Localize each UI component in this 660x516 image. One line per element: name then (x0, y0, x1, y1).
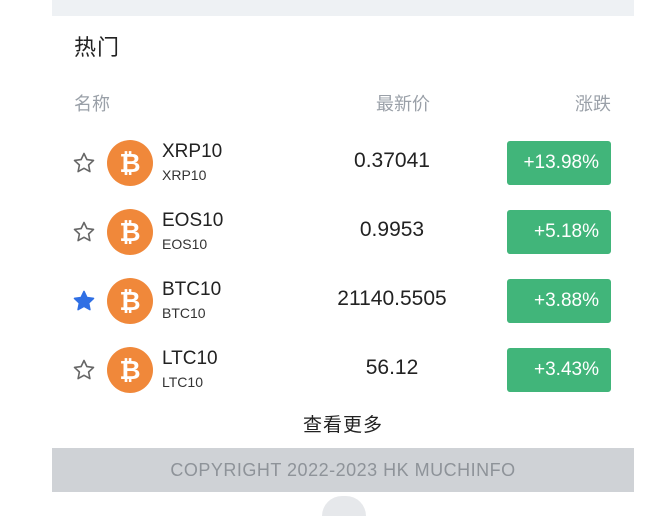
symbol-code: XRP10 (162, 167, 207, 183)
bitcoin-icon: ₿ (107, 347, 153, 393)
symbol-name: XRP10 (162, 141, 223, 162)
copyright-footer: COPYRIGHT 2022-2023 HK MUCHINFO (52, 448, 634, 492)
change-badge: +3.88% (507, 279, 611, 323)
column-header-price: 最新价 (376, 94, 430, 114)
market-row-xrp10[interactable]: ₿ XRP10 XRP10 0.37041 +13.98% (52, 133, 634, 193)
change-badge: +5.18% (507, 210, 611, 254)
favorite-star-icon[interactable] (72, 220, 96, 244)
column-header-change: 涨跌 (575, 94, 611, 114)
section-title: 热门 (74, 35, 121, 60)
symbol-name: BTC10 (162, 279, 222, 300)
bitcoin-icon: ₿ (107, 209, 153, 255)
svg-text:₿: ₿ (119, 218, 140, 248)
last-price: 21140.5505 (337, 287, 447, 310)
hot-markets-panel: 热门 名称 最新价 涨跌 ₿ XRP10 XRP10 0.37041 +13.9… (52, 0, 634, 516)
top-divider (52, 0, 634, 16)
market-row-ltc10[interactable]: ₿ LTC10 LTC10 56.12 +3.43% (52, 340, 634, 400)
favorite-star-icon[interactable] (72, 151, 96, 175)
last-price: 0.37041 (354, 149, 430, 172)
change-badge: +3.43% (507, 348, 611, 392)
bitcoin-icon: ₿ (107, 278, 153, 324)
bitcoin-icon: ₿ (107, 140, 153, 186)
favorite-star-icon[interactable] (72, 289, 96, 313)
view-more-link[interactable]: 查看更多 (52, 410, 634, 437)
column-header-name: 名称 (74, 94, 110, 114)
symbol-code: LTC10 (162, 374, 203, 390)
favorite-star-icon[interactable] (72, 358, 96, 382)
symbol-name: LTC10 (162, 348, 218, 369)
table-header: 名称 最新价 涨跌 (52, 90, 634, 118)
symbol-code: BTC10 (162, 305, 206, 321)
change-badge: +13.98% (507, 141, 611, 185)
symbol-code: EOS10 (162, 236, 208, 252)
last-price: 56.12 (365, 356, 419, 379)
svg-text:₿: ₿ (119, 149, 140, 179)
svg-text:₿: ₿ (119, 356, 140, 386)
last-price: 0.9953 (359, 218, 425, 241)
symbol-name: EOS10 (162, 210, 224, 231)
svg-text:₿: ₿ (119, 287, 140, 317)
market-row-eos10[interactable]: ₿ EOS10 EOS10 0.9953 +5.18% (52, 202, 634, 262)
market-row-btc10[interactable]: ₿ BTC10 BTC10 21140.5505 +3.88% (52, 271, 634, 331)
